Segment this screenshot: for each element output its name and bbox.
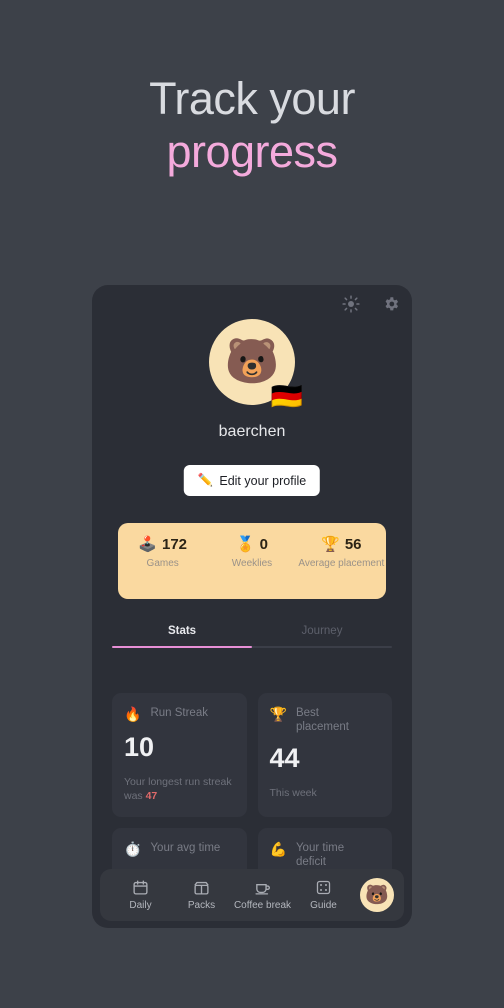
gear-icon[interactable] [382, 295, 400, 313]
nav-label-packs: Packs [187, 900, 216, 911]
nav-avatar-bear-icon: 🐻 [365, 885, 389, 906]
avg-time-title: Your avg time [150, 841, 221, 854]
app-topbar [342, 295, 400, 313]
summary-weeklies-value: 0 [259, 535, 268, 553]
joystick-icon: 🕹️ [138, 536, 157, 553]
summary-games-value: 172 [161, 535, 188, 553]
stat-cards-grid: 🔥 Run Streak 10 Your longest run streak … [112, 693, 392, 884]
headline-line-2: progress [166, 126, 338, 178]
trophy-icon: 🏆 [269, 706, 287, 722]
tab-active-indicator [112, 646, 252, 648]
nav-item-coffee-break[interactable]: Coffee break [232, 879, 293, 911]
profile-avatar-wrap: 🐻 🇩🇪 [92, 319, 412, 409]
coffee-cup-icon [232, 879, 293, 896]
nav-item-packs[interactable]: Packs [171, 879, 232, 911]
page-headline: Track your progress [0, 72, 504, 178]
sun-icon[interactable] [342, 295, 360, 313]
best-placement-subtext: This week [269, 786, 317, 799]
avatar[interactable]: 🐻 🇩🇪 [209, 319, 303, 409]
nav-label-coffee-break: Coffee break [233, 900, 292, 911]
nav-item-daily[interactable]: Daily [110, 879, 171, 911]
run-streak-value: 10 [124, 731, 155, 762]
tab-stats[interactable]: Stats [112, 625, 252, 646]
calendar-icon [110, 879, 171, 896]
pencil-icon: ✏️ [197, 473, 214, 487]
dice-icon [293, 879, 354, 896]
nav-label-guide: Guide [310, 900, 337, 911]
summary-stats-strip: 🕹️ 172 Games 🏅 0 Weeklies 🏆 56 Average p… [118, 523, 386, 599]
packs-icon [171, 879, 232, 896]
run-streak-title: Run Streak [150, 707, 208, 719]
summary-item-average-placement[interactable]: 🏆 56 Average placement [297, 535, 386, 599]
tab-track [112, 646, 392, 648]
summary-item-weeklies[interactable]: 🏅 0 Weeklies [207, 535, 296, 599]
stopwatch-icon: ⏱️ [124, 840, 142, 857]
summary-average-placement-value: 56 [344, 535, 362, 553]
avatar-bear-icon: 🐻 [224, 337, 280, 386]
nav-item-guide[interactable]: Guide [293, 879, 354, 911]
best-placement-value: 44 [269, 742, 300, 773]
nav-label-daily: Daily [129, 900, 152, 911]
headline-line-1: Track your [149, 73, 355, 124]
medal-icon: 🏅 [235, 536, 255, 553]
edit-profile-label: Edit your profile [219, 473, 307, 488]
tab-journey[interactable]: Journey [252, 625, 392, 646]
run-streak-subtext-prefix: Your longest run streak was [124, 775, 232, 802]
fire-icon: 🔥 [124, 706, 142, 722]
trophy-icon: 🏆 [321, 536, 340, 553]
profile-tabs: Stats Journey [112, 625, 392, 648]
stat-card-run-streak[interactable]: 🔥 Run Streak 10 Your longest run streak … [112, 693, 247, 817]
run-streak-subtext: Your longest run streak was 47 [124, 775, 235, 803]
flexed-bicep-icon: 💪 [269, 840, 287, 857]
run-streak-record-value: 47 [145, 789, 158, 802]
edit-profile-button[interactable]: ✏️ Edit your profile [183, 465, 321, 496]
summary-games-label: Games [146, 558, 179, 569]
summary-weeklies-label: Weeklies [231, 558, 273, 569]
nav-profile-avatar-button[interactable]: 🐻 [360, 878, 394, 912]
best-placement-title: Best placement [295, 707, 349, 734]
stat-card-best-placement[interactable]: 🏆 Best placement 44 This week [257, 693, 392, 817]
bottom-navigation-bar: Daily Packs Coffee break Guide 🐻 [100, 869, 404, 921]
time-deficit-title: Your time deficit [295, 841, 345, 869]
phone-mockup-panel: 🐻 🇩🇪 baerchen ✏️ Edit your profile 🕹️ 17… [92, 285, 412, 928]
summary-average-placement-label: Average placement [298, 558, 385, 569]
country-flag-icon: 🇩🇪 [270, 381, 303, 411]
summary-item-games[interactable]: 🕹️ 172 Games [118, 535, 207, 599]
profile-username: baerchen [218, 423, 286, 440]
